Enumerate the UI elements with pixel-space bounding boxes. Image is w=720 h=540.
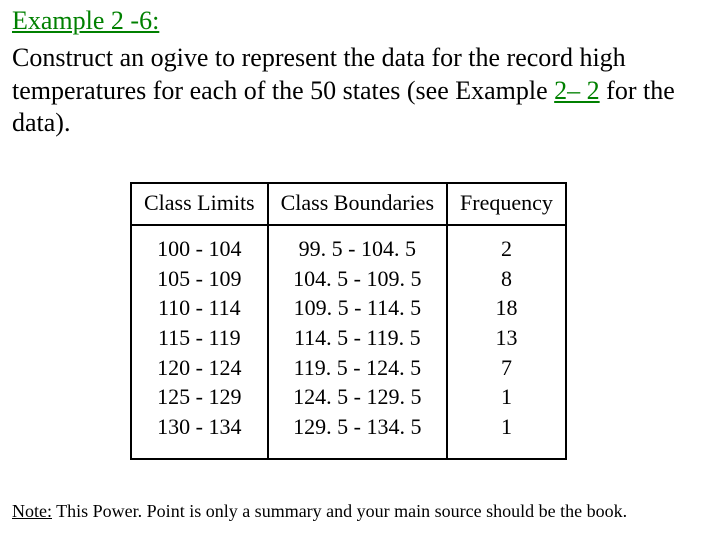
freq-lines: 2 8 18 13 7 1 1 xyxy=(460,234,553,442)
header-class-boundaries: Class Boundaries xyxy=(268,183,447,225)
footnote-label: Note: xyxy=(12,501,52,521)
cell-class-boundaries: 99. 5 - 104. 5 104. 5 - 109. 5 109. 5 - … xyxy=(268,225,447,459)
example-title: Example 2 -6: xyxy=(12,6,159,36)
example-link[interactable]: 2– 2 xyxy=(554,76,600,105)
footnote-text: This Power. Point is only a summary and … xyxy=(52,501,627,521)
header-frequency: Frequency xyxy=(447,183,566,225)
boundaries-lines: 99. 5 - 104. 5 104. 5 - 109. 5 109. 5 - … xyxy=(281,234,434,442)
cell-class-limits: 100 - 104 105 - 109 110 - 114 115 - 119 … xyxy=(131,225,268,459)
footnote: Note: This Power. Point is only a summar… xyxy=(12,501,712,522)
body-part1: Construct an ogive to represent the data… xyxy=(12,43,626,105)
table-row: 100 - 104 105 - 109 110 - 114 115 - 119 … xyxy=(131,225,566,459)
slide: Example 2 -6: Construct an ogive to repr… xyxy=(0,0,720,540)
frequency-table: Class Limits Class Boundaries Frequency … xyxy=(130,182,567,460)
header-class-limits: Class Limits xyxy=(131,183,268,225)
body-text: Construct an ogive to represent the data… xyxy=(12,42,702,140)
cell-frequency: 2 8 18 13 7 1 1 xyxy=(447,225,566,459)
table-header-row: Class Limits Class Boundaries Frequency xyxy=(131,183,566,225)
limits-lines: 100 - 104 105 - 109 110 - 114 115 - 119 … xyxy=(144,234,255,442)
